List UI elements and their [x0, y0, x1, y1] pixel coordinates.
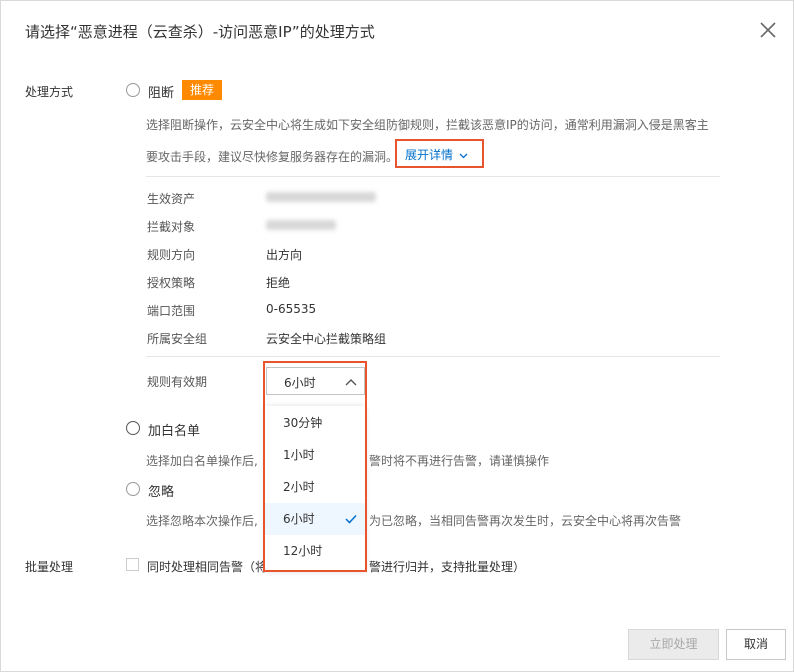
- dialog: 请选择“恶意进程（云查杀）-访问恶意IP”的处理方式 处理方式 阻断 推荐 选择…: [0, 0, 794, 672]
- block-description-line1: 选择阻断操作，云安全中心将生成如下安全组防御规则，拦截该恶意IP的访问，通常利用…: [146, 118, 709, 132]
- confirm-button[interactable]: 立即处理: [628, 629, 719, 660]
- dropdown-option-6h[interactable]: 6小时: [265, 503, 365, 535]
- detail-value: 拒绝: [266, 276, 291, 290]
- dropdown-option-12h[interactable]: 12小时: [265, 535, 365, 567]
- dropdown-option-6h-label: 6小时: [283, 512, 315, 526]
- dropdown-option-2h[interactable]: 2小时: [265, 471, 365, 503]
- close-icon[interactable]: [759, 21, 777, 39]
- block-radio[interactable]: [126, 83, 140, 97]
- batch-label: 批量处理: [25, 560, 74, 574]
- chevron-down-icon: [459, 153, 468, 158]
- ignore-option-label[interactable]: 忽略: [148, 481, 174, 500]
- dialog-title: 请选择“恶意进程（云查杀）-访问恶意IP”的处理方式: [25, 23, 375, 41]
- details-divider-bottom: [146, 356, 720, 357]
- validity-dropdown: 30分钟 1小时 2小时 6小时 12小时: [265, 406, 365, 570]
- detail-key: 生效资产: [147, 192, 196, 206]
- expand-details-label: 展开详情: [405, 148, 454, 162]
- detail-key: 拦截对象: [147, 220, 196, 234]
- redacted-target: [266, 220, 336, 230]
- detail-key: 所属安全组: [147, 332, 208, 346]
- whitelist-description-left: 选择加白名单操作后,: [146, 454, 258, 468]
- dropdown-option-1h[interactable]: 1小时: [265, 439, 365, 471]
- ignore-description-left: 选择忽略本次操作后,: [146, 514, 258, 528]
- whitelist-radio[interactable]: [126, 421, 140, 435]
- expand-details-link[interactable]: 展开详情: [405, 146, 468, 163]
- batch-checkbox-label-left: 同时处理相同告警（将: [147, 560, 268, 574]
- check-icon: [345, 514, 357, 524]
- redacted-asset: [266, 192, 376, 202]
- detail-key: 端口范围: [147, 304, 196, 318]
- block-description-line2: 要攻击手段，建议尽快修复服务器存在的漏洞。: [146, 150, 399, 164]
- dropdown-option-30min[interactable]: 30分钟: [265, 407, 365, 439]
- block-option-label[interactable]: 阻断: [148, 82, 174, 101]
- detail-value: 云安全中心拦截策略组: [266, 332, 387, 346]
- cancel-button[interactable]: 取消: [726, 629, 786, 660]
- validity-selected-value: 6小时: [284, 376, 316, 390]
- ignore-description-right: 为已忽略，当相同告警再次发生时，云安全中心将再次告警: [369, 514, 682, 528]
- detail-key: 授权策略: [147, 276, 196, 290]
- chevron-up-icon: [345, 379, 357, 386]
- validity-select[interactable]: 6小时: [266, 367, 365, 395]
- method-label: 处理方式: [25, 85, 74, 99]
- validity-label: 规则有效期: [147, 375, 208, 389]
- batch-checkbox[interactable]: [126, 558, 139, 571]
- details-divider-top: [146, 176, 720, 177]
- whitelist-description-right: 警时将不再进行告警，请谨慎操作: [369, 454, 550, 468]
- detail-value: 出方向: [266, 248, 303, 262]
- detail-value: 0-65535: [266, 302, 317, 316]
- recommended-badge: 推荐: [182, 80, 222, 100]
- whitelist-option-label[interactable]: 加白名单: [148, 420, 200, 439]
- batch-checkbox-label-right: 警进行归并，支持批量处理）: [369, 560, 526, 574]
- detail-key: 规则方向: [147, 248, 196, 262]
- ignore-radio[interactable]: [126, 482, 140, 496]
